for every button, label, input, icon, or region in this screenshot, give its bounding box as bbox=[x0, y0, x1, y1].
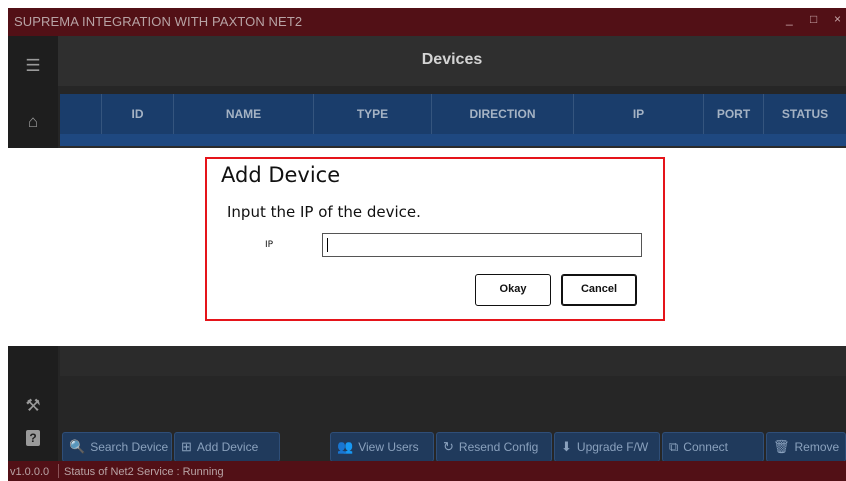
window-title: SUPREMA INTEGRATION WITH PAXTON NET2 bbox=[14, 14, 303, 29]
trash-icon: 🗑 bbox=[773, 439, 790, 454]
page-header: Devices bbox=[58, 36, 846, 86]
title-bar: SUPREMA INTEGRATION WITH PAXTON NET2 _ □… bbox=[8, 8, 846, 36]
search-device-label: Search Device bbox=[90, 440, 169, 454]
add-device-label: Add Device bbox=[196, 440, 259, 454]
page-title: Devices bbox=[421, 51, 483, 68]
ip-input[interactable] bbox=[322, 233, 642, 257]
search-icon: 🔍 bbox=[69, 439, 86, 454]
service-status: Status of Net2 Service : Running bbox=[64, 466, 224, 478]
users-icon: 👥 bbox=[337, 439, 354, 454]
connect-button[interactable]: ⧉ Connect bbox=[662, 432, 764, 462]
home-icon[interactable]: ⌂ bbox=[8, 106, 58, 138]
add-device-dialog: Add Device Input the IP of the device. I… bbox=[205, 157, 665, 321]
ip-label: IP bbox=[265, 240, 274, 250]
download-icon: ⬇ bbox=[561, 439, 572, 454]
column-header-select bbox=[60, 94, 102, 134]
menu-icon[interactable]: ☰ bbox=[8, 50, 58, 82]
action-toolbar: 🔍 Search Device ⊞ Add Device 👥 View Users ↻… bbox=[58, 426, 846, 462]
remove-button[interactable]: 🗑 Remove bbox=[766, 432, 846, 462]
tools-icon[interactable]: ⚒ bbox=[8, 390, 58, 422]
upgrade-firmware-label: Upgrade F/W bbox=[576, 440, 649, 454]
remove-label: Remove bbox=[794, 440, 840, 454]
dialog-title: Add Device bbox=[221, 163, 341, 187]
add-device-button[interactable]: ⊞ Add Device bbox=[174, 432, 280, 462]
column-header-status[interactable]: STATUS bbox=[764, 94, 846, 134]
search-device-button[interactable]: 🔍 Search Device bbox=[62, 432, 172, 462]
cancel-button[interactable]: Cancel bbox=[561, 274, 637, 306]
status-divider bbox=[58, 464, 59, 478]
column-header-name[interactable]: NAME bbox=[174, 94, 314, 134]
column-header-direction[interactable]: DIRECTION bbox=[432, 94, 574, 134]
connect-icon: ⧉ bbox=[669, 439, 679, 454]
okay-button[interactable]: Okay bbox=[475, 274, 551, 306]
add-device-icon: ⊞ bbox=[181, 439, 192, 454]
table-header: ID NAME TYPE DIRECTION IP PORT STATUS bbox=[60, 94, 846, 134]
view-users-button[interactable]: 👥 View Users bbox=[330, 432, 434, 462]
status-bar: v1.0.0.0 Status of Net2 Service : Runnin… bbox=[8, 461, 846, 481]
resend-config-label: Resend Config bbox=[458, 440, 539, 454]
refresh-icon: ↻ bbox=[443, 439, 454, 454]
view-users-label: View Users bbox=[358, 440, 419, 454]
column-header-type[interactable]: TYPE bbox=[314, 94, 432, 134]
help-button[interactable]: ? bbox=[8, 421, 58, 453]
dialog-message: Input the IP of the device. bbox=[227, 203, 421, 221]
help-icon: ? bbox=[26, 429, 40, 446]
resend-config-button[interactable]: ↻ Resend Config bbox=[436, 432, 552, 462]
column-header-port[interactable]: PORT bbox=[704, 94, 764, 134]
version-label: v1.0.0.0 bbox=[10, 466, 50, 478]
maximize-button[interactable]: □ bbox=[810, 12, 817, 26]
column-header-id[interactable]: ID bbox=[102, 94, 174, 134]
close-button[interactable]: × bbox=[834, 12, 841, 26]
column-header-ip[interactable]: IP bbox=[574, 94, 704, 134]
table-row[interactable] bbox=[60, 134, 846, 146]
connect-label: Connect bbox=[683, 440, 728, 454]
upgrade-firmware-button[interactable]: ⬇ Upgrade F/W bbox=[554, 432, 660, 462]
text-caret bbox=[327, 238, 328, 252]
minimize-button[interactable]: _ bbox=[786, 12, 793, 26]
